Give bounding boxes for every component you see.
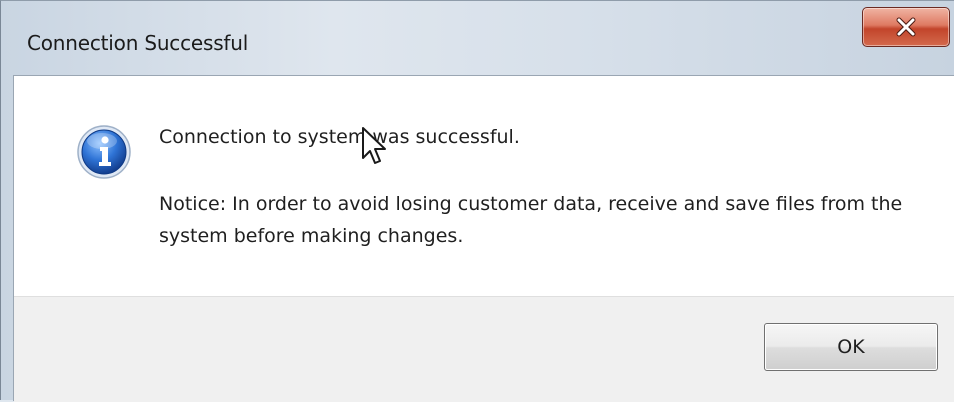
message-area: Connection to system was successful. Not…	[14, 76, 954, 296]
message-notice: Notice: In order to avoid losing custome…	[159, 193, 903, 247]
info-icon	[77, 125, 131, 179]
close-button[interactable]	[862, 7, 950, 47]
ok-button[interactable]: OK	[764, 323, 938, 371]
button-bar: OK	[14, 296, 954, 402]
dialog-window: Connection Successful Connection to syst…	[0, 0, 954, 402]
message-primary: Connection to system was successful.	[159, 126, 520, 148]
close-icon	[896, 17, 916, 37]
dialog-client-area: Connection to system was successful. Not…	[13, 75, 954, 402]
window-title: Connection Successful	[27, 31, 249, 55]
mouse-cursor-icon	[362, 127, 386, 164]
title-bar[interactable]: Connection Successful	[1, 1, 954, 81]
